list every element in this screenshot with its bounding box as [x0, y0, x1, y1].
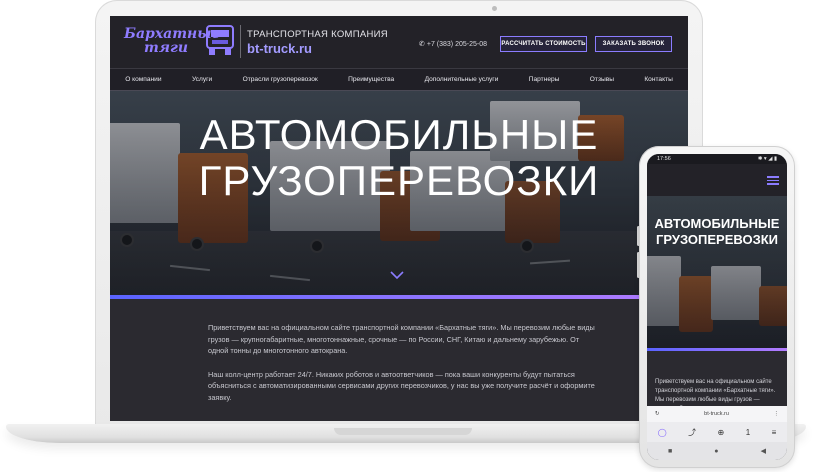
truck-logo-icon — [206, 25, 234, 55]
hero-gradient-bar — [110, 295, 688, 299]
company-subtitle: ТРАНСПОРТНАЯ КОМПАНИЯ — [247, 29, 388, 40]
nav-item-industries[interactable]: Отрасли грузоперевозок — [243, 76, 318, 83]
site-header: Бархатные тяги ТРАНСПОРТНАЯ КОМПАНИЯ bt-… — [110, 16, 688, 68]
mobile-url-bar[interactable]: ↻ bt-truck.ru ⋮ — [647, 406, 787, 422]
reload-icon[interactable]: ↻ — [655, 411, 660, 417]
site-logo[interactable]: Бархатные тяги — [124, 22, 236, 62]
main-nav: О компании Услуги Отрасли грузоперевозок… — [110, 68, 688, 90]
android-nav-bar: ■ ● ◀ — [647, 442, 787, 460]
calculate-cost-button[interactable]: РАССЧИТАТЬ СТОИМОСТЬ — [500, 36, 587, 52]
mobile-url-text: bt-truck.ru — [704, 411, 729, 417]
laptop-camera — [492, 6, 497, 11]
phone-number[interactable]: ✆ +7 (383) 205-25-08 — [419, 40, 487, 48]
company-url[interactable]: bt-truck.ru — [247, 41, 388, 56]
share-icon[interactable]: ⤴ — [688, 427, 696, 438]
laptop-notch — [334, 428, 472, 435]
phone-icon: ✆ — [419, 41, 425, 48]
hamburger-menu-icon[interactable] — [767, 176, 779, 185]
mobile-hero: АВТОМОБИЛЬНЫЕ ГРУЗОПЕРЕВОЗКИ — [647, 196, 787, 348]
mobile-hero-title-line-2: ГРУЗОПЕРЕВОЗКИ — [656, 232, 778, 247]
nav-item-partners[interactable]: Партнеры — [529, 76, 560, 83]
hero-title: АВТОМОБИЛЬНЫЕ ГРУЗОПЕРЕВОЗКИ — [110, 112, 688, 204]
mobile-browser-toolbar: ◯ ⤴ ⊕ 1 ≡ — [647, 422, 787, 442]
company-info: ТРАНСПОРТНАЯ КОМПАНИЯ bt-truck.ru — [247, 29, 388, 56]
nav-item-contacts[interactable]: Контакты — [644, 76, 672, 83]
intro-paragraph-2: Наш колл-центр работает 24/7. Никаких ро… — [208, 369, 595, 402]
nav-item-about[interactable]: О компании — [125, 76, 161, 83]
more-menu-icon[interactable]: ⋮ — [774, 411, 780, 417]
nav-item-reviews[interactable]: Отзывы — [590, 76, 614, 83]
phone-status-bar: 17:56 ✱ ▾ ◢ ▮ — [647, 154, 787, 164]
device-mockup-stage: Бархатные тяги ТРАНСПОРТНАЯ КОМПАНИЯ bt-… — [0, 0, 814, 472]
status-time: 17:56 — [657, 156, 671, 162]
order-call-button[interactable]: ЗАКАЗАТЬ ЗВОНОК — [595, 36, 672, 52]
nav-item-services[interactable]: Услуги — [192, 76, 212, 83]
assistant-icon[interactable]: ◯ — [658, 428, 667, 437]
tabs-count-icon[interactable]: 1 — [746, 428, 750, 437]
hero-title-line-1: АВТОМОБИЛЬНЫЕ — [199, 111, 599, 158]
mobile-hero-title: АВТОМОБИЛЬНЫЕ ГРУЗОПЕРЕВОЗКИ — [647, 216, 787, 248]
status-icons: ✱ ▾ ◢ ▮ — [757, 156, 777, 162]
laptop-screen: Бархатные тяги ТРАНСПОРТНАЯ КОМПАНИЯ bt-… — [110, 16, 688, 421]
mobile-header — [647, 164, 787, 196]
new-tab-icon[interactable]: ⊕ — [718, 428, 725, 437]
mobile-hero-title-line-1: АВТОМОБИЛЬНЫЕ — [654, 216, 780, 231]
back-icon[interactable]: ◀ — [761, 447, 766, 455]
mobile-gradient-bar — [647, 348, 787, 351]
recent-apps-icon[interactable]: ■ — [668, 448, 672, 455]
chevron-down-icon[interactable] — [390, 268, 404, 282]
header-divider — [240, 25, 241, 58]
phone-text: +7 (383) 205-25-08 — [426, 41, 488, 48]
hero-title-line-2: ГРУЗОПЕРЕВОЗКИ — [198, 157, 600, 204]
nav-item-extra-services[interactable]: Дополнительные услуги — [425, 76, 499, 83]
intro-text: Приветствуем вас на официальном сайте тр… — [208, 322, 598, 415]
intro-paragraph-1: Приветствуем вас на официальном сайте тр… — [208, 323, 595, 355]
browser-menu-icon[interactable]: ≡ — [772, 428, 777, 437]
home-icon[interactable]: ● — [714, 448, 718, 455]
nav-item-advantages[interactable]: Преимущества — [348, 76, 394, 83]
phone-screen: 17:56 ✱ ▾ ◢ ▮ АВТОМОБИЛЬНЫЕ ГРУЗОПЕРЕВОЗ… — [647, 154, 787, 460]
